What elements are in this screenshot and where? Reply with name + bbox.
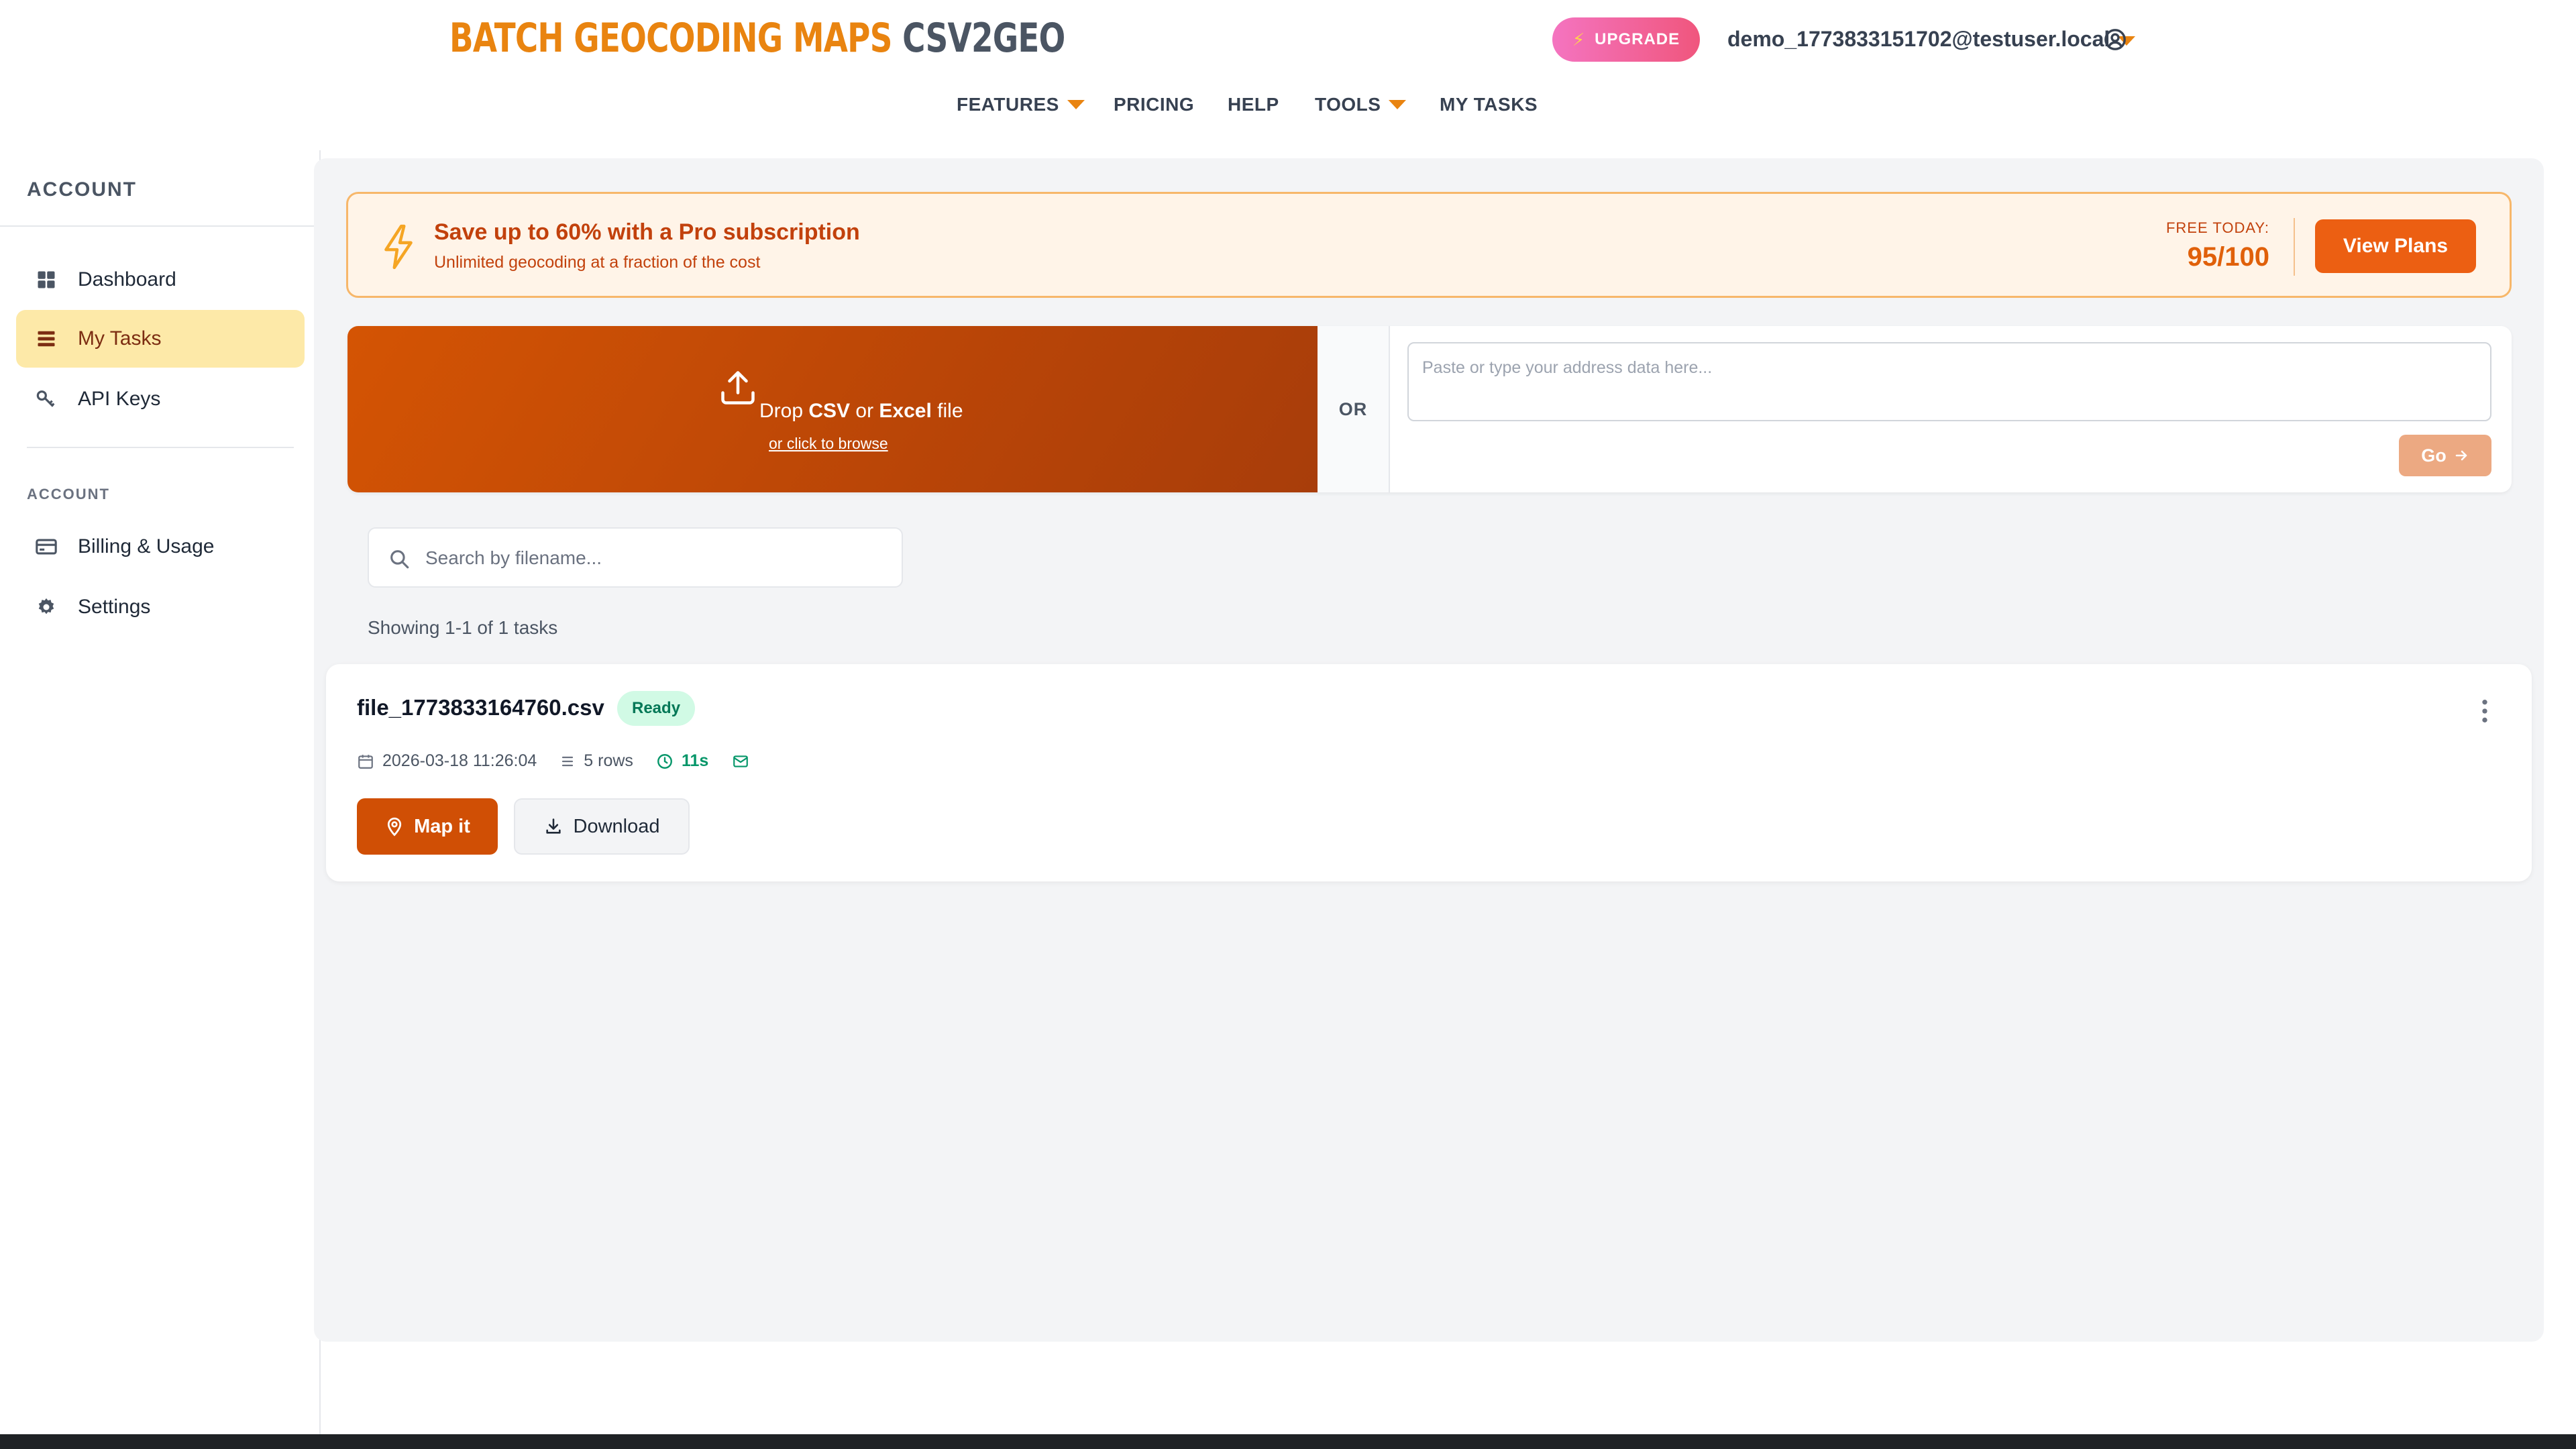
nav-my-tasks-label: MY TASKS: [1440, 94, 1538, 115]
task-duration: 11s: [656, 751, 708, 771]
task-meta: 2026-03-18 11:26:04 5 rows 11s: [357, 751, 781, 771]
chevron-down-icon: [1067, 100, 1085, 109]
upload-icon: [721, 371, 755, 405]
map-pin-icon: [387, 817, 402, 837]
task-filename[interactable]: file_1773833164760.csv: [357, 695, 604, 720]
promo-title: Save up to 60% with a Pro subscription: [434, 219, 860, 245]
search-icon: [390, 550, 409, 569]
sidebar-item-label: Settings: [78, 596, 151, 618]
user-email-text: demo_1773833151702@testuser.local: [1727, 27, 2110, 51]
sidebar-item-label: My Tasks: [78, 327, 162, 350]
download-icon: [545, 818, 561, 834]
task-date-text: 2026-03-18 11:26:04: [382, 751, 537, 770]
view-plans-button[interactable]: View Plans: [2315, 219, 2476, 273]
key-icon: [35, 388, 58, 411]
nav-features-label: FEATURES: [957, 94, 1059, 115]
sidebar: ACCOUNT Dashboard My Tasks API Keys ACCO…: [0, 150, 321, 1434]
list-icon: [562, 756, 574, 766]
nav-help[interactable]: HELP: [1228, 94, 1279, 115]
pro-promo-banner: Save up to 60% with a Pro subscription U…: [346, 192, 2512, 298]
mail-icon: [733, 755, 749, 767]
user-account-icon[interactable]: [2104, 28, 2127, 51]
sidebar-divider: [0, 225, 319, 227]
nav-pricing-label: PRICING: [1114, 94, 1195, 115]
go-button[interactable]: Go: [2399, 435, 2491, 476]
promo-divider: [2294, 218, 2295, 276]
drop-instructions: Drop CSV or Excel file: [759, 400, 963, 423]
tasks-icon: [35, 327, 58, 350]
logo-text-primary: BATCH GEOCODING MAPS: [449, 15, 892, 62]
task-rows: 5 rows: [559, 751, 633, 771]
logo-text-secondary: CSV2GEO: [902, 15, 1065, 62]
map-it-label: Map it: [414, 815, 470, 837]
task-card: file_1773833164760.csv Ready 2026-03-18 …: [326, 664, 2532, 881]
calendar-icon: [358, 754, 373, 769]
nav-features[interactable]: FEATURES: [957, 94, 1085, 115]
address-paste-textarea[interactable]: [1407, 342, 2491, 421]
lightning-icon: ⚡: [1572, 29, 1586, 50]
sidebar-section-title: ACCOUNT: [27, 486, 110, 502]
sidebar-divider: [27, 447, 294, 448]
or-separator: OR: [1318, 326, 1390, 492]
free-today-value: 95/100: [2187, 242, 2269, 272]
gear-icon: [35, 596, 58, 619]
download-button[interactable]: Download: [514, 798, 690, 855]
free-today-label: FREE TODAY:: [2165, 219, 2269, 236]
upgrade-label: UPGRADE: [1595, 30, 1680, 48]
credit-card-icon: [35, 535, 58, 558]
drop-text-prefix: Drop: [759, 400, 809, 422]
task-date: 2026-03-18 11:26:04: [357, 751, 537, 771]
sidebar-item-label: Billing & Usage: [78, 535, 215, 557]
nav-my-tasks[interactable]: MY TASKS: [1440, 94, 1538, 115]
page: BATCH GEOCODING MAPS CSV2GEO ⚡ UPGRADE d…: [0, 0, 2576, 1449]
upgrade-button[interactable]: ⚡ UPGRADE: [1552, 17, 1700, 62]
browse-link[interactable]: or click to browse: [769, 435, 888, 453]
map-it-button[interactable]: Map it: [357, 798, 498, 855]
lightning-icon: [384, 224, 413, 270]
upload-card: Drop CSV or Excel file or click to brows…: [347, 326, 2512, 492]
status-badge: Ready: [617, 691, 696, 726]
bottom-bar: [0, 1434, 2576, 1449]
go-label: Go: [2421, 445, 2447, 466]
download-label: Download: [573, 815, 660, 837]
nav-tools-label: TOOLS: [1315, 94, 1381, 115]
sidebar-item-label: API Keys: [78, 388, 161, 410]
task-duration-text: 11s: [681, 751, 709, 770]
top-header: BATCH GEOCODING MAPS CSV2GEO ⚡ UPGRADE d…: [0, 0, 2576, 150]
main-content: Save up to 60% with a Pro subscription U…: [314, 158, 2544, 1342]
search-box: [368, 527, 903, 588]
sidebar-title: ACCOUNT: [27, 178, 137, 201]
sidebar-item-my-tasks[interactable]: My Tasks: [16, 310, 305, 368]
chevron-down-icon: [1389, 100, 1407, 109]
task-email-notify: [731, 753, 758, 770]
nav-help-label: HELP: [1228, 94, 1279, 115]
nav-tools[interactable]: TOOLS: [1315, 94, 1407, 115]
results-count: Showing 1-1 of 1 tasks: [368, 617, 558, 638]
user-menu[interactable]: demo_1773833151702@testuser.local: [1727, 27, 2136, 52]
clock-icon: [657, 753, 672, 769]
nav-pricing[interactable]: PRICING: [1114, 94, 1194, 115]
sidebar-item-billing[interactable]: Billing & Usage: [16, 518, 305, 576]
site-logo[interactable]: BATCH GEOCODING MAPS CSV2GEO: [449, 15, 1065, 62]
more-vertical-icon[interactable]: [2478, 698, 2491, 724]
task-rows-text: 5 rows: [584, 751, 633, 770]
sidebar-item-label: Dashboard: [78, 268, 176, 290]
drop-text-suffix: file: [931, 400, 963, 422]
promo-subtitle: Unlimited geocoding at a fraction of the…: [434, 253, 761, 272]
sidebar-item-api-keys[interactable]: API Keys: [16, 370, 305, 428]
sidebar-item-dashboard[interactable]: Dashboard: [16, 251, 305, 309]
search-input[interactable]: [425, 541, 888, 576]
grid-icon: [35, 268, 58, 291]
arrow-right-icon: [2455, 450, 2467, 461]
drop-text-csv: CSV: [808, 400, 851, 422]
drop-text-or: or: [850, 400, 879, 422]
sidebar-item-settings[interactable]: Settings: [16, 578, 305, 636]
drop-text-excel: Excel: [879, 400, 932, 422]
file-drop-zone[interactable]: Drop CSV or Excel file or click to brows…: [347, 326, 1318, 492]
